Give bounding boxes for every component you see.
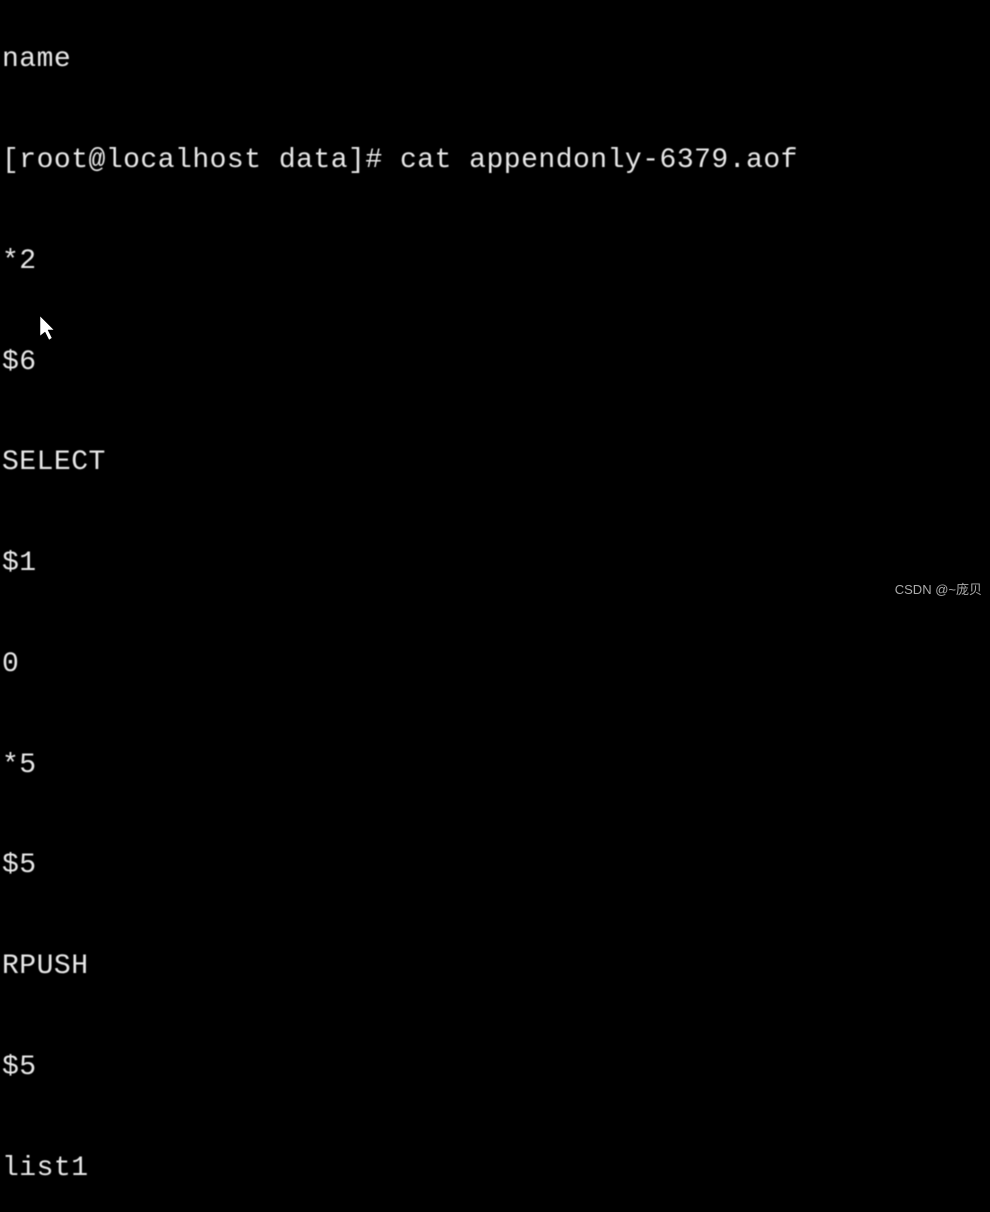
shell-command: cat appendonly-6379.aof (400, 145, 798, 176)
terminal-window[interactable]: name [root@localhost data]# cat appendon… (0, 0, 990, 1212)
terminal-output-line: $6 (2, 346, 988, 380)
terminal-output-line: *2 (2, 245, 988, 279)
terminal-output-line: SELECT (2, 446, 988, 480)
terminal-output-line: $5 (2, 1051, 988, 1085)
terminal-output-line: $1 (2, 547, 988, 581)
watermark-text: CSDN @~庞贝 (895, 579, 982, 598)
shell-prompt: [root@localhost data]# (2, 145, 400, 176)
terminal-prompt-line: [root@localhost data]# cat appendonly-63… (2, 144, 988, 178)
terminal-output-line: list1 (2, 1152, 988, 1186)
terminal-output-line: RPUSH (2, 950, 988, 984)
terminal-output-line: 0 (2, 648, 988, 682)
terminal-output-line: *5 (2, 749, 988, 783)
terminal-output-line: name (2, 43, 988, 77)
terminal-output-line: $5 (2, 849, 988, 883)
